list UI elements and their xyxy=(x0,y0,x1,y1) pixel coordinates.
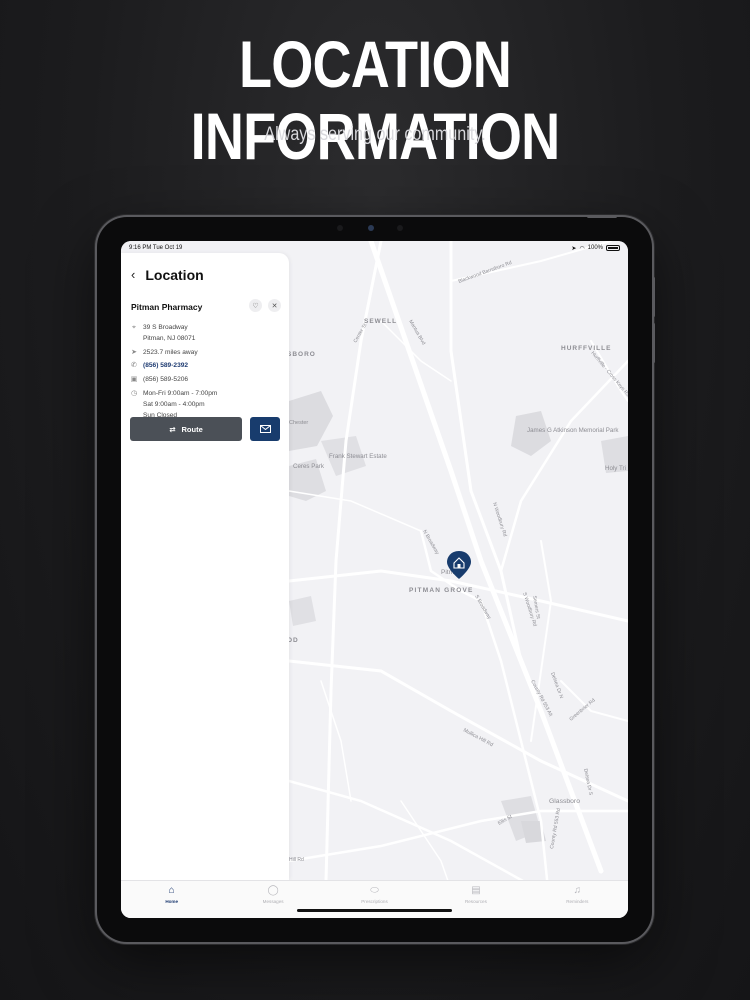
phone-row[interactable]: ✆ (856) 589-2392 xyxy=(130,360,188,371)
volume-button xyxy=(652,277,655,317)
hours-weekday: Mon-Fri 9:00am - 7:00pm xyxy=(143,390,218,397)
sensor-dot xyxy=(397,225,403,231)
tab-reminders[interactable]: ♫ Reminders xyxy=(527,881,628,918)
address-line1: 39 S Broadway xyxy=(143,324,188,331)
heart-icon: ♡ xyxy=(252,302,259,310)
pill-icon: ⬭ xyxy=(370,885,379,896)
tablet-device: SEWELL HURFFVILLE SBORO PITMAN GROVE Pit… xyxy=(97,215,655,942)
route-button[interactable]: ⇄ Route xyxy=(130,417,242,441)
fax-icon: ▣ xyxy=(130,376,138,383)
map-label: James G Atkinson Memorial Park xyxy=(527,427,619,434)
address-line2: Pitman, NJ 08071 xyxy=(143,335,196,342)
power-button xyxy=(587,215,617,218)
camera-dot xyxy=(368,225,374,231)
mail-icon xyxy=(259,425,271,433)
location-pin-icon: ⌖ xyxy=(132,324,136,331)
email-button[interactable] xyxy=(250,417,280,441)
route-button-label: Route xyxy=(181,424,203,434)
tab-prescriptions[interactable]: ⬭ Prescriptions xyxy=(324,881,425,918)
chevron-left-icon[interactable]: ‹ xyxy=(131,268,135,282)
battery-icon xyxy=(606,245,620,251)
tab-resources[interactable]: ▤ Resources xyxy=(425,881,526,918)
navigation-arrow-icon: ➤ xyxy=(131,349,137,356)
wifi-icon: ◠ xyxy=(579,245,585,252)
favorite-button[interactable]: ♡ xyxy=(249,299,262,312)
panel-title: Location xyxy=(145,267,204,283)
location-arrow-icon: ➤ xyxy=(571,245,577,252)
distance-text: 2523.7 miles away xyxy=(143,349,198,356)
tab-messages[interactable]: ◯ Messages xyxy=(222,881,323,918)
map-label: Ceres Park xyxy=(293,463,325,470)
home-indicator[interactable] xyxy=(297,909,452,912)
map-label: SEWELL xyxy=(364,318,397,325)
tab-bar: ⌂ Home ◯ Messages ⬭ Prescriptions ▤ Reso… xyxy=(121,880,628,918)
promo-subheadline: Always serving our community. xyxy=(264,124,486,145)
distance-row: ➤ 2523.7 miles away xyxy=(130,347,198,358)
map-label: Frank Stewart Estate xyxy=(329,453,387,460)
fax-text: (856) 589-5206 xyxy=(143,376,189,383)
store-name: Pitman Pharmacy xyxy=(131,302,203,312)
location-panel: ‹ Location Pitman Pharmacy ♡ ✕ ⌖ 39 S Br… xyxy=(121,253,289,880)
phone-link[interactable]: (856) 589-2392 xyxy=(143,360,188,371)
home-icon: ⌂ xyxy=(168,885,175,896)
promo-headline: LOCATION INFORMATION xyxy=(190,27,561,173)
map-label: PITMAN GROVE xyxy=(409,587,474,594)
tablet-screen: SEWELL HURFFVILLE SBORO PITMAN GROVE Pit… xyxy=(121,241,628,918)
volume-button xyxy=(652,323,655,363)
status-bar: 9:16 PM Tue Oct 19 ➤ ◠ 100% xyxy=(121,241,628,255)
map-label: Holy Tri xyxy=(605,465,626,472)
map-label: SBORO xyxy=(287,351,316,358)
bell-icon: ♫ xyxy=(573,885,582,896)
close-button[interactable]: ✕ xyxy=(268,299,281,312)
tab-home[interactable]: ⌂ Home xyxy=(121,881,222,918)
hours-saturday: Sat 9:00am - 4:00pm xyxy=(143,401,205,408)
map-label: HURFFVILLE xyxy=(561,345,611,352)
route-arrows-icon: ⇄ xyxy=(169,424,176,434)
battery-percent: 100% xyxy=(587,245,603,251)
phone-icon: ✆ xyxy=(131,362,137,369)
map-label: Chester xyxy=(289,420,308,426)
map-label: Hill Rd xyxy=(289,857,304,863)
map-label: Glassboro xyxy=(549,798,580,805)
fax-row: ▣ (856) 589-5206 xyxy=(130,374,188,385)
sensor-dot xyxy=(337,225,343,231)
chat-icon: ◯ xyxy=(267,885,279,896)
close-icon: ✕ xyxy=(271,302,278,310)
status-time: 9:16 PM Tue Oct 19 xyxy=(129,245,183,251)
book-icon: ▤ xyxy=(471,885,481,896)
address-row[interactable]: ⌖ 39 S Broadway Pitman, NJ 08071 xyxy=(130,322,195,344)
